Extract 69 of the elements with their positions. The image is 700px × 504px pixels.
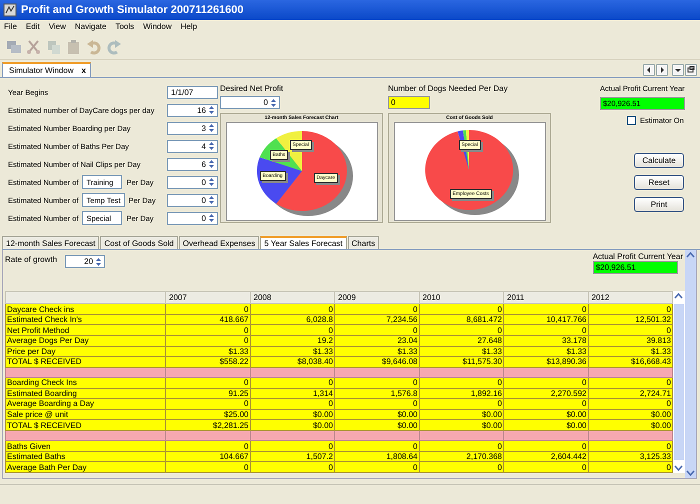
- row-label: Estimated Boarding: [6, 388, 166, 399]
- action-button[interactable]: Reset: [634, 175, 684, 190]
- row-label: TOTAL $ RECEIVED: [6, 420, 166, 430]
- menu-item[interactable]: Edit: [26, 22, 40, 33]
- tab[interactable]: Overhead Expenses: [178, 236, 260, 249]
- spinner-arrows-icon[interactable]: [208, 105, 215, 115]
- field-label: Desired Net Profit: [220, 84, 284, 95]
- field-label: Rate of growth: [5, 255, 58, 264]
- tab[interactable]: Cost of Goods Sold: [100, 236, 178, 249]
- checkbox[interactable]: [627, 116, 636, 124]
- row-label: Estimated Check In's: [6, 314, 166, 325]
- spinner-arrows-icon[interactable]: [208, 123, 215, 133]
- row-label: Price per Day: [6, 346, 166, 357]
- number-spinner[interactable]: 0: [167, 194, 218, 206]
- row-label: Net Profit Method: [6, 324, 166, 336]
- column-header[interactable]: 2010: [419, 292, 504, 304]
- column-header[interactable]: 2012: [588, 292, 672, 304]
- menu-item[interactable]: Navigate: [74, 22, 106, 33]
- menu-item[interactable]: File: [4, 22, 17, 33]
- number-spinner[interactable]: 20: [65, 255, 106, 268]
- column-header[interactable]: 2007: [166, 292, 250, 304]
- menu-item[interactable]: Tools: [115, 22, 134, 33]
- dropdown-icon[interactable]: [672, 64, 684, 76]
- spinner-arrows-icon[interactable]: [208, 195, 215, 205]
- close-icon[interactable]: x: [81, 66, 86, 75]
- menu-item[interactable]: Window: [143, 22, 172, 33]
- menu-item[interactable]: View: [48, 22, 66, 33]
- spinner-arrows-icon[interactable]: [208, 177, 215, 187]
- field-label: Number of Dogs Needed Per Day: [388, 84, 509, 95]
- scrollbar[interactable]: [673, 291, 685, 473]
- spinner-arrows-icon[interactable]: [208, 141, 215, 151]
- number-spinner[interactable]: 0: [167, 212, 218, 224]
- field-label: Actual Profit Current Year: [592, 252, 683, 261]
- number-spinner[interactable]: 4: [167, 140, 218, 152]
- restore-icon[interactable]: [685, 64, 697, 76]
- row-label: TOTAL $ RECEIVED: [6, 356, 166, 368]
- tab[interactable]: 5 Year Sales Forecast: [260, 236, 347, 249]
- window-title: Profit and Growth Simulator 200711261600: [21, 4, 244, 16]
- result-field: 0: [388, 96, 430, 109]
- spinner-arrows-icon[interactable]: [208, 213, 215, 223]
- menu-item[interactable]: Help: [180, 22, 198, 33]
- spinner-arrows-icon[interactable]: [270, 98, 277, 108]
- number-spinner[interactable]: 0: [220, 96, 280, 109]
- number-spinner[interactable]: 16: [167, 104, 218, 116]
- tab[interactable]: 12-month Sales Forecast: [2, 236, 100, 249]
- column-header[interactable]: 2011: [504, 292, 588, 304]
- row-label: Average Dogs Per Day: [6, 336, 166, 346]
- row-label: Boarding Check Ins: [6, 378, 166, 388]
- action-button[interactable]: Print: [634, 197, 684, 212]
- row-label: Daycare Check ins: [6, 304, 166, 314]
- scrollbar[interactable]: [685, 250, 696, 478]
- column-header[interactable]: 2008: [250, 292, 334, 304]
- row-label: Average Boarding a Day: [6, 398, 166, 410]
- spinner-arrows-icon[interactable]: [95, 256, 102, 266]
- date-field[interactable]: 1/1/07: [167, 86, 218, 98]
- document-tab[interactable]: Simulator Window x: [2, 62, 91, 77]
- number-spinner[interactable]: 3: [167, 122, 218, 134]
- app-icon: [3, 3, 17, 17]
- column-header[interactable]: 2009: [334, 292, 419, 304]
- action-button[interactable]: Calculate: [634, 153, 684, 168]
- tab[interactable]: Charts: [348, 236, 380, 249]
- row-label: Baths Given: [6, 440, 166, 452]
- result-field: $20,926.51: [592, 261, 678, 274]
- spinner-arrows-icon[interactable]: [208, 159, 215, 169]
- row-label: Estimated Baths: [6, 451, 166, 462]
- number-spinner[interactable]: 6: [167, 158, 218, 170]
- number-spinner[interactable]: 0: [167, 176, 218, 188]
- row-label: Average Bath Per Day: [6, 462, 166, 472]
- row-label: Sale price @ unit: [6, 409, 166, 420]
